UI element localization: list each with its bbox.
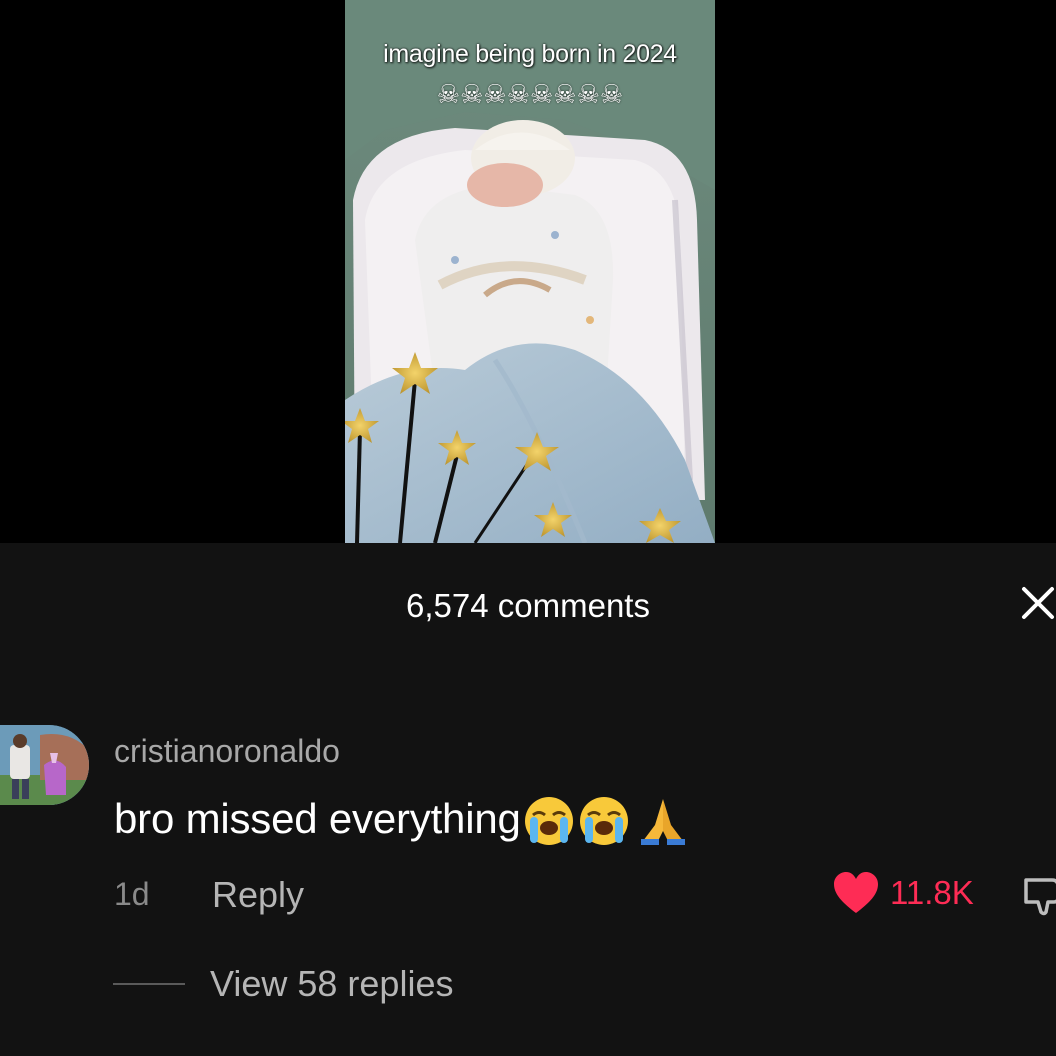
heart-icon xyxy=(834,872,878,913)
view-replies-button[interactable]: View 58 replies xyxy=(210,963,453,1005)
loudly-crying-face-icon xyxy=(524,797,573,845)
comment-emojis xyxy=(523,795,693,849)
video-area[interactable]: imagine being born in 2024 ☠☠☠☠☠☠☠☠ xyxy=(0,0,1056,543)
comment-text: bro missed everything xyxy=(114,795,521,843)
avatar[interactable] xyxy=(0,725,89,805)
dislike-button[interactable] xyxy=(1022,876,1056,916)
replies-divider xyxy=(113,983,185,985)
like-count: 11.8K xyxy=(890,874,974,911)
thumbs-down-icon xyxy=(1024,878,1056,916)
video-caption: imagine being born in 2024 xyxy=(383,40,677,68)
comments-count: 6,574 comments xyxy=(406,587,650,624)
skull-emoji-row: ☠☠☠☠☠☠☠☠ xyxy=(436,80,624,110)
avatar-image xyxy=(0,725,89,805)
close-icon xyxy=(1022,587,1054,619)
comment-timestamp: 1d xyxy=(114,876,150,912)
comment-body: bro missed everything xyxy=(114,795,693,849)
folded-hands-icon xyxy=(640,799,685,845)
comments-panel: 6,574 comments cristianoronaldo bro miss… xyxy=(0,543,1056,1056)
comment-username[interactable]: cristianoronaldo xyxy=(114,733,340,770)
loudly-crying-face-icon xyxy=(579,797,628,845)
video-thumbnail[interactable]: imagine being born in 2024 ☠☠☠☠☠☠☠☠ xyxy=(345,0,715,543)
like-button[interactable]: 11.8K xyxy=(832,871,974,915)
reply-button[interactable]: Reply xyxy=(212,874,304,916)
close-button[interactable] xyxy=(1018,583,1056,623)
